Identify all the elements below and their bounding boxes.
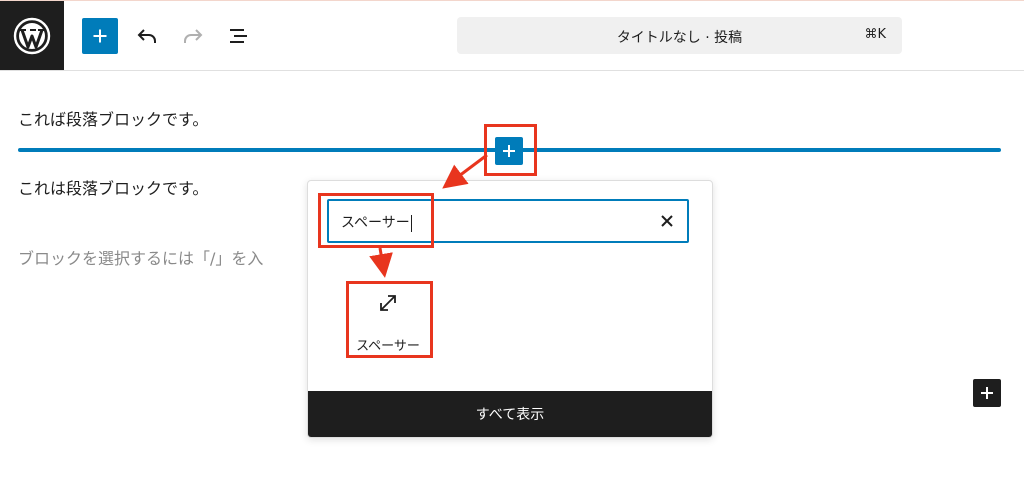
- show-all-button[interactable]: すべて表示: [308, 391, 712, 437]
- list-view-icon: [230, 29, 247, 43]
- clear-search-button[interactable]: [657, 211, 677, 231]
- paragraph-block-2[interactable]: これは段落ブロックです。: [18, 175, 208, 199]
- wordpress-icon[interactable]: [0, 1, 64, 70]
- keyboard-shortcut: ⌘K: [864, 27, 886, 42]
- plus-icon: [93, 29, 107, 43]
- editor-toolbar: タイトルなし · 投稿 ⌘K: [0, 1, 1024, 71]
- annotation-highlight-result: [346, 281, 433, 358]
- annotation-highlight-inserter: [484, 124, 537, 176]
- list-view-button[interactable]: [224, 18, 254, 54]
- close-icon: [661, 215, 673, 227]
- empty-block-placeholder[interactable]: ブロックを選択するには「/」を入: [18, 245, 308, 269]
- undo-button[interactable]: [134, 18, 160, 54]
- command-palette-button[interactable]: タイトルなし · 投稿 ⌘K: [457, 17, 902, 54]
- document-title: タイトルなし · 投稿: [616, 30, 743, 46]
- add-block-button[interactable]: [973, 379, 1001, 407]
- plus-icon: [981, 387, 993, 399]
- block-inserter-button[interactable]: [82, 18, 118, 54]
- redo-icon: [184, 29, 203, 43]
- annotation-highlight-search: [318, 193, 434, 248]
- redo-button[interactable]: [180, 18, 206, 54]
- undo-icon: [137, 29, 156, 43]
- paragraph-block-1[interactable]: これば段落ブロックです。: [18, 106, 208, 130]
